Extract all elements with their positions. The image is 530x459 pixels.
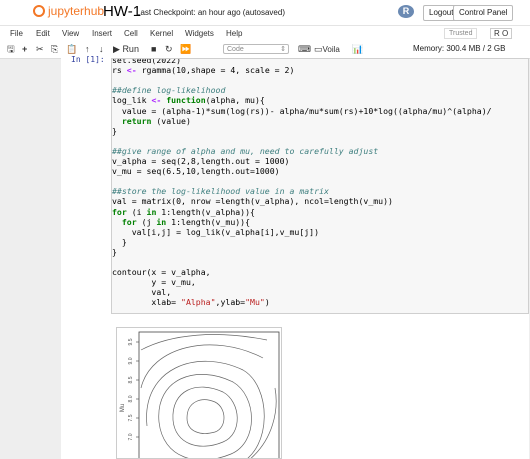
code-line: xlab= "Alpha",ylab="Mu")	[112, 297, 270, 308]
move-down-icon[interactable]: ↓	[99, 44, 104, 55]
code-line: for (i in 1:length(v_alpha)){	[112, 206, 255, 217]
code-line: value = (alpha-1)*sum(log(rs))- alpha/mu…	[112, 105, 492, 116]
voila-label: Voila	[322, 45, 340, 54]
voila-icon: ▭	[314, 44, 323, 54]
chart-icon[interactable]: 📊	[352, 44, 363, 55]
code-line: val[i,j] = log_lik(v_alpha[i],v_mu[j])	[112, 226, 320, 237]
memory-usage: Memory: 300.4 MB / 2 GB	[413, 44, 506, 53]
code-line: rs <- rgamma(10,shape = 4, scale = 2)	[112, 65, 295, 76]
y-tick-labels: 9.5 9.0 8.5 8.0 7.5 7.0 Mu	[120, 338, 134, 440]
paste-icon[interactable]: 📋	[66, 44, 77, 55]
cell-prompt: In [1]:	[71, 55, 105, 64]
code-line: set.seed(2022)	[112, 58, 182, 65]
code-line: ##give range of alpha and mu, need to ca…	[112, 145, 379, 156]
control-panel-button[interactable]: Control Panel	[453, 5, 514, 21]
run-button[interactable]: ▶ Run	[113, 44, 139, 55]
menu-insert[interactable]: Insert	[92, 29, 112, 38]
restart-icon[interactable]: ↻	[165, 44, 173, 55]
restart-run-all-icon[interactable]: ⏩	[180, 44, 191, 55]
y-tick-label: 7.0	[128, 433, 134, 440]
contour-line	[140, 334, 268, 351]
kernel-indicator[interactable]: R O	[490, 28, 513, 39]
menu-help[interactable]: Help	[226, 29, 242, 38]
jupyter-logo-icon	[33, 5, 45, 17]
contour-lines	[140, 334, 277, 458]
menu-edit[interactable]: Edit	[36, 29, 50, 38]
contour-line	[140, 344, 264, 389]
contour-line	[146, 361, 265, 458]
y-tick-label: 7.5	[128, 414, 134, 421]
stop-icon[interactable]: ■	[151, 44, 156, 55]
contour-line	[186, 399, 225, 434]
code-line: }	[112, 246, 117, 257]
cut-icon[interactable]: ✂	[36, 44, 44, 55]
code-line: val = matrix(0, nrow =length(v_alpha), n…	[112, 196, 393, 207]
trusted-indicator[interactable]: Trusted	[444, 28, 478, 39]
code-line: y = v_mu,	[112, 277, 196, 288]
y-tick-label: 9.5	[128, 338, 134, 345]
code-line: ##store the log-likelihood value in a ma…	[112, 186, 329, 197]
menu-view[interactable]: View	[62, 29, 79, 38]
code-line: }	[112, 125, 117, 136]
code-line: for (j in 1:length(v_mu)){	[121, 216, 251, 227]
menu-bar: File Edit View Insert Cell Kernel Widget…	[0, 25, 530, 43]
run-icon: ▶	[113, 44, 120, 54]
code-line: }	[112, 236, 127, 247]
move-up-icon[interactable]: ↑	[85, 44, 90, 55]
add-cell-icon[interactable]: +	[22, 44, 27, 55]
code-line: v_alpha = seq(2,8,length.out = 1000)	[112, 156, 290, 166]
checkpoint-status: Last Checkpoint: an hour ago (autosaved)	[136, 8, 285, 17]
menu-widgets[interactable]: Widgets	[185, 29, 214, 38]
code-line: val,	[112, 287, 172, 298]
code-line: log_lik <- function(alpha, mu){	[112, 95, 265, 106]
voila-button[interactable]: ▭Voila	[314, 44, 340, 55]
y-tick-label: 8.0	[128, 395, 134, 402]
cell-type-value: Code	[227, 46, 244, 53]
select-arrow-icon: ⇕	[280, 46, 286, 53]
r-kernel-logo-icon: R	[398, 5, 414, 18]
plot-frame	[138, 331, 280, 458]
code-cell[interactable]: set.seed(2022) rs <- rgamma(10,shape = 4,…	[111, 58, 529, 314]
code-line: ##define log-likelihood	[112, 85, 226, 96]
menu-file[interactable]: File	[10, 29, 23, 38]
contour-line	[172, 386, 238, 447]
y-tick-label: 9.0	[128, 357, 134, 364]
jupyterhub-logo[interactable]: jupyterhub	[33, 4, 104, 18]
y-axis	[136, 341, 139, 438]
keyboard-icon[interactable]: ⌨	[298, 44, 311, 55]
y-axis-label: Mu	[120, 404, 126, 412]
cell-type-select[interactable]: Code ⇕	[223, 44, 289, 54]
menu-kernel[interactable]: Kernel	[150, 29, 173, 38]
header: jupyterhub HW-1 Last Checkpoint: an hour…	[0, 0, 530, 25]
code-line: v_mu = seq(6.5,10,length.out=1000)	[112, 166, 280, 177]
menu-cell[interactable]: Cell	[124, 29, 138, 38]
contour-plot-svg: 9.5 9.0 8.5 8.0 7.5 7.0 Mu	[120, 331, 280, 458]
copy-icon[interactable]: ⎘	[51, 44, 58, 55]
y-tick-label: 8.5	[128, 376, 134, 383]
run-label: Run	[122, 44, 139, 54]
contour-plot-output: 9.5 9.0 8.5 8.0 7.5 7.0 Mu	[116, 327, 282, 459]
code-line: return (value)	[121, 115, 191, 126]
code-line: contour(x = v_alpha,	[112, 267, 211, 278]
contour-line	[250, 387, 277, 458]
logo-text: jupyterhub	[48, 4, 105, 18]
save-icon[interactable]: 🖫	[7, 44, 15, 55]
